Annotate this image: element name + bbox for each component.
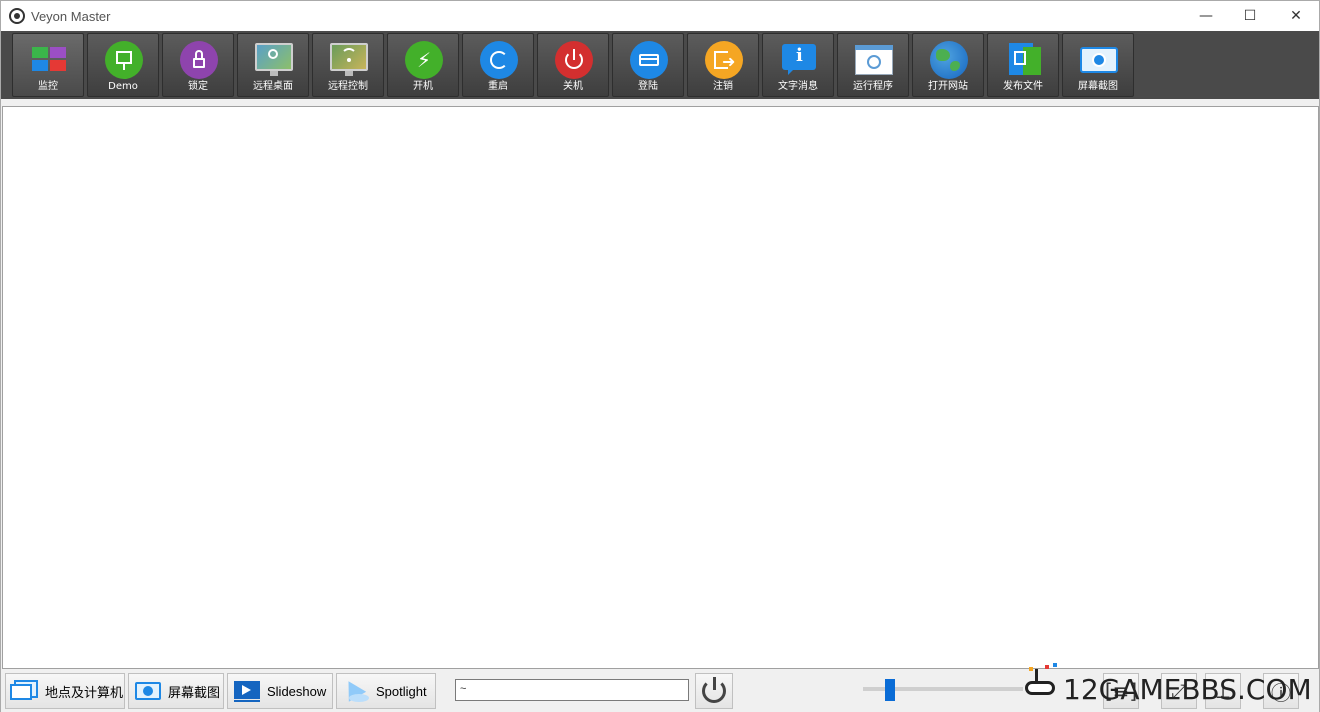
toolbar-label: 运行程序 <box>853 81 893 92</box>
veyon-eye-icon <box>9 8 25 24</box>
screenshot-icon <box>1080 41 1118 79</box>
run-program-icon <box>855 41 893 79</box>
zoom-slider-handle[interactable] <box>885 679 895 701</box>
toolbar-button-demo[interactable]: Demo <box>87 33 159 97</box>
camera-icon <box>133 678 163 704</box>
toolbar-button-power-down[interactable]: 关机 <box>537 33 609 97</box>
toolbar-label: 文字消息 <box>778 81 818 92</box>
watermark-text: 12GAMEBBS.COM <box>1063 673 1312 706</box>
toolbar-label: 关机 <box>563 81 583 92</box>
title-bar: Veyon Master — ☐ ✕ <box>1 1 1319 31</box>
computer-monitoring-area[interactable] <box>2 106 1319 669</box>
remote-control-icon <box>330 41 368 79</box>
watermark-logo-icon <box>1023 663 1059 699</box>
lock-icon <box>180 41 218 79</box>
slideshow-icon <box>232 678 262 704</box>
main-window: Veyon Master — ☐ ✕ 监控 Demo 锁定 远程桌面 远程控制 … <box>0 0 1320 712</box>
logon-icon <box>630 41 668 79</box>
toolbar-button-screenshot[interactable]: 屏幕截图 <box>1062 33 1134 97</box>
minimize-button[interactable]: — <box>1183 1 1229 31</box>
toolbar-label: 远程控制 <box>328 81 368 92</box>
power-down-icon <box>555 41 593 79</box>
spotlight-label: Spotlight <box>376 683 427 699</box>
toolbar-button-monitoring[interactable]: 监控 <box>12 33 84 97</box>
spotlight-icon <box>339 676 371 704</box>
toolbar-label: 远程桌面 <box>253 81 293 92</box>
toolbar-label: 打开网站 <box>928 81 968 92</box>
toolbar-button-logon[interactable]: 登陆 <box>612 33 684 97</box>
computers-icon <box>10 678 40 704</box>
power-on-icon: ⚡ <box>405 41 443 79</box>
locations-computers-button[interactable]: 地点及计算机 <box>5 673 125 709</box>
maximize-button[interactable]: ☐ <box>1227 1 1273 31</box>
remote-view-icon <box>255 41 293 79</box>
toolbar-label: 登陆 <box>638 81 658 92</box>
slideshow-label: Slideshow <box>267 683 327 699</box>
screenshots-label: 屏幕截图 <box>168 684 221 700</box>
close-button[interactable]: ✕ <box>1273 1 1319 31</box>
toolbar-button-file-transfer[interactable]: 发布文件 <box>987 33 1059 97</box>
toolbar-label: 监控 <box>38 81 58 92</box>
toolbar-label: 注销 <box>713 81 733 92</box>
toolbar-button-text-message[interactable]: i 文字消息 <box>762 33 834 97</box>
toolbar-label: 发布文件 <box>1003 81 1043 92</box>
toolbar-button-reboot[interactable]: 重启 <box>462 33 534 97</box>
toolbar-button-run-program[interactable]: 运行程序 <box>837 33 909 97</box>
toolbar-label: Demo <box>108 81 138 92</box>
toolbar-label: 开机 <box>413 81 433 92</box>
toolbar-button-lock[interactable]: 锁定 <box>162 33 234 97</box>
computer-filter-input[interactable]: ~ <box>455 679 689 701</box>
window-title: Veyon Master <box>31 9 111 24</box>
slideshow-button[interactable]: Slideshow <box>227 673 333 709</box>
file-transfer-icon <box>1005 41 1043 79</box>
toolbar-label: 重启 <box>488 81 508 92</box>
demo-icon <box>105 41 143 79</box>
monitoring-icon <box>30 41 68 79</box>
reboot-icon <box>480 41 518 79</box>
open-website-icon <box>930 41 968 79</box>
toolbar-button-open-website[interactable]: 打开网站 <box>912 33 984 97</box>
toolbar-button-logout[interactable]: ➜ 注销 <box>687 33 759 97</box>
spotlight-button[interactable]: Spotlight <box>336 673 436 709</box>
power-filter-button[interactable] <box>695 673 733 709</box>
toolbar-label: 锁定 <box>188 81 208 92</box>
toolbar-button-remote-control[interactable]: 远程控制 <box>312 33 384 97</box>
toolbar-label: 屏幕截图 <box>1078 81 1118 92</box>
screenshots-button[interactable]: 屏幕截图 <box>128 673 224 709</box>
toolbar-button-remote-view[interactable]: 远程桌面 <box>237 33 309 97</box>
logout-icon: ➜ <box>705 41 743 79</box>
feature-toolbar: 监控 Demo 锁定 远程桌面 远程控制 ⚡ 开机 重启 关机 登陆 ➜ 注销 … <box>1 31 1319 99</box>
text-message-icon: i <box>780 41 818 79</box>
toolbar-button-power-on[interactable]: ⚡ 开机 <box>387 33 459 97</box>
locations-label: 地点及计算机 <box>45 684 124 700</box>
